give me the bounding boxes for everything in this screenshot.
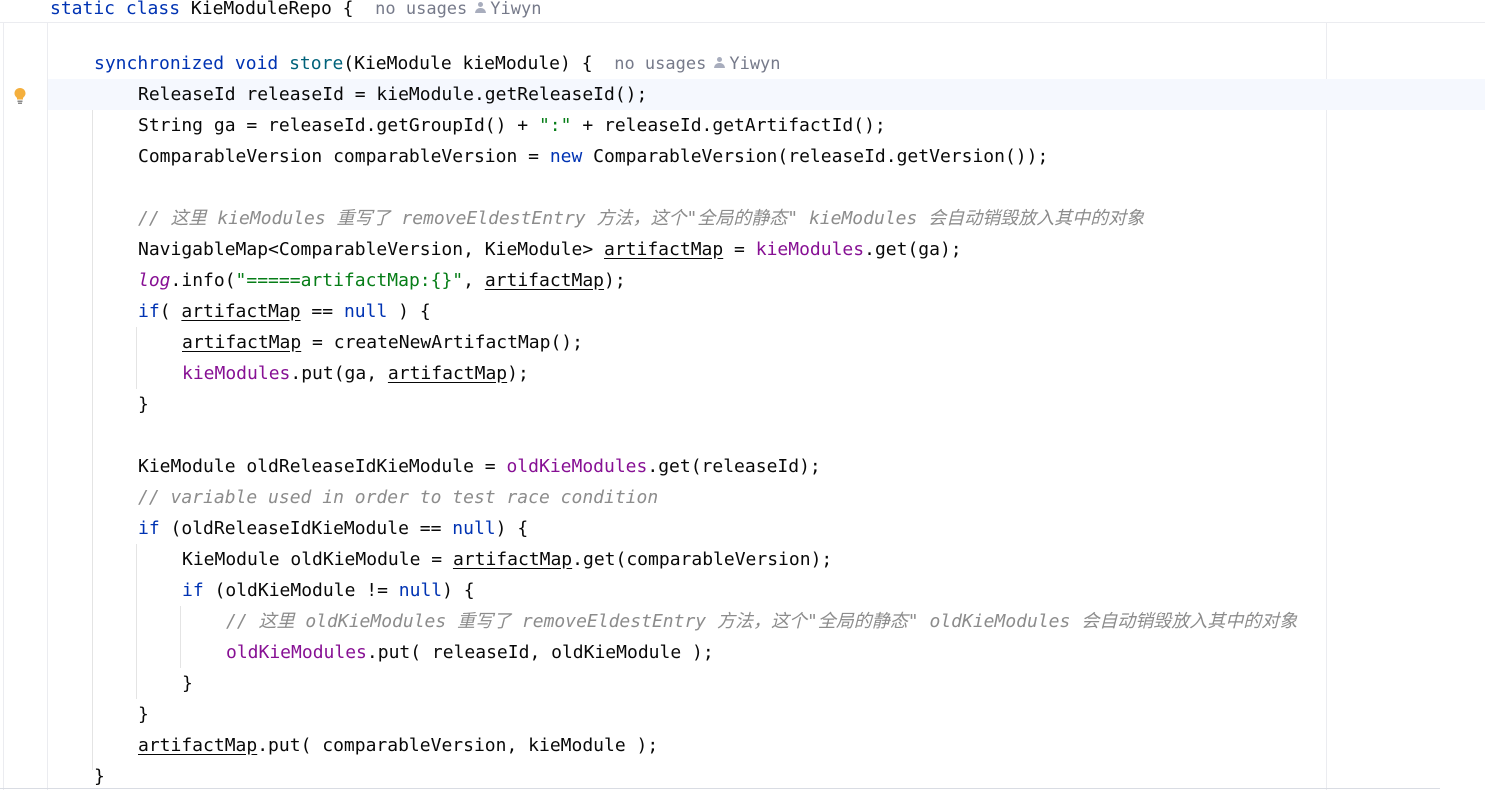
code-line[interactable]: KieModule oldReleaseIdKieModule = oldKie… <box>138 451 821 482</box>
editor-bottom-border <box>0 788 1440 789</box>
lightbulb-icon[interactable] <box>13 87 27 105</box>
code-line[interactable]: } <box>94 761 105 792</box>
right-margin-guide <box>1326 22 1327 790</box>
author-hint[interactable]: Yiwyn <box>729 54 780 74</box>
code-line[interactable]: artifactMap = createNewArtifactMap(); <box>182 327 583 358</box>
code-line[interactable]: } <box>138 699 149 730</box>
code-line[interactable]: String ga = releaseId.getGroupId() + ":"… <box>138 110 886 141</box>
sticky-class-header[interactable]: static class KieModuleRepo { no usages Yi… <box>0 0 1485 23</box>
code-line[interactable]: KieModule oldKieModule = artifactMap.get… <box>182 544 832 575</box>
user-icon <box>475 2 487 14</box>
indent-guide <box>92 110 93 770</box>
code-comment[interactable]: // 这里 kieModules 重写了 removeEldestEntry 方… <box>138 203 1144 234</box>
class-name: KieModuleRepo { <box>190 0 354 19</box>
user-icon <box>714 57 726 69</box>
code-editor[interactable]: synchronized void store(KieModule kieMod… <box>0 22 1485 790</box>
code-line[interactable]: ReleaseId releaseId = kieModule.getRelea… <box>138 79 647 110</box>
code-line[interactable]: oldKieModules.put( releaseId, oldKieModu… <box>226 637 714 668</box>
code-comment[interactable]: // 这里 oldKieModules 重写了 removeEldestEntr… <box>226 606 1297 637</box>
method-signature-line[interactable]: synchronized void store(KieModule kieMod… <box>94 48 781 79</box>
indent-guide <box>136 327 137 389</box>
code-line[interactable]: artifactMap.put( comparableVersion, kieM… <box>138 730 658 761</box>
code-line[interactable]: if (oldReleaseIdKieModule == null) { <box>138 513 528 544</box>
code-comment[interactable]: // variable used in order to test race c… <box>138 482 658 513</box>
code-line[interactable]: } <box>138 389 149 420</box>
class-declaration-line: static class KieModuleRepo { no usages Yi… <box>50 0 542 19</box>
code-line[interactable]: kieModules.put(ga, artifactMap); <box>182 358 529 389</box>
usages-hint[interactable]: no usages <box>375 0 467 19</box>
code-line[interactable]: } <box>182 668 193 699</box>
gutter-separator <box>47 22 48 790</box>
code-line[interactable]: NavigableMap<ComparableVersion, KieModul… <box>138 234 962 265</box>
code-line[interactable]: ComparableVersion comparableVersion = ne… <box>138 141 1048 172</box>
usages-hint[interactable]: no usages <box>614 54 706 74</box>
indent-guide <box>180 606 181 668</box>
code-line[interactable]: if (oldKieModule != null) { <box>182 575 475 606</box>
code-line[interactable]: if( artifactMap == null ) { <box>138 296 431 327</box>
code-line[interactable]: log.info("=====artifactMap:{}", artifact… <box>138 265 626 296</box>
editor-left-edge <box>3 22 4 790</box>
indent-guide <box>136 544 137 699</box>
author-hint[interactable]: Yiwyn <box>490 0 541 19</box>
